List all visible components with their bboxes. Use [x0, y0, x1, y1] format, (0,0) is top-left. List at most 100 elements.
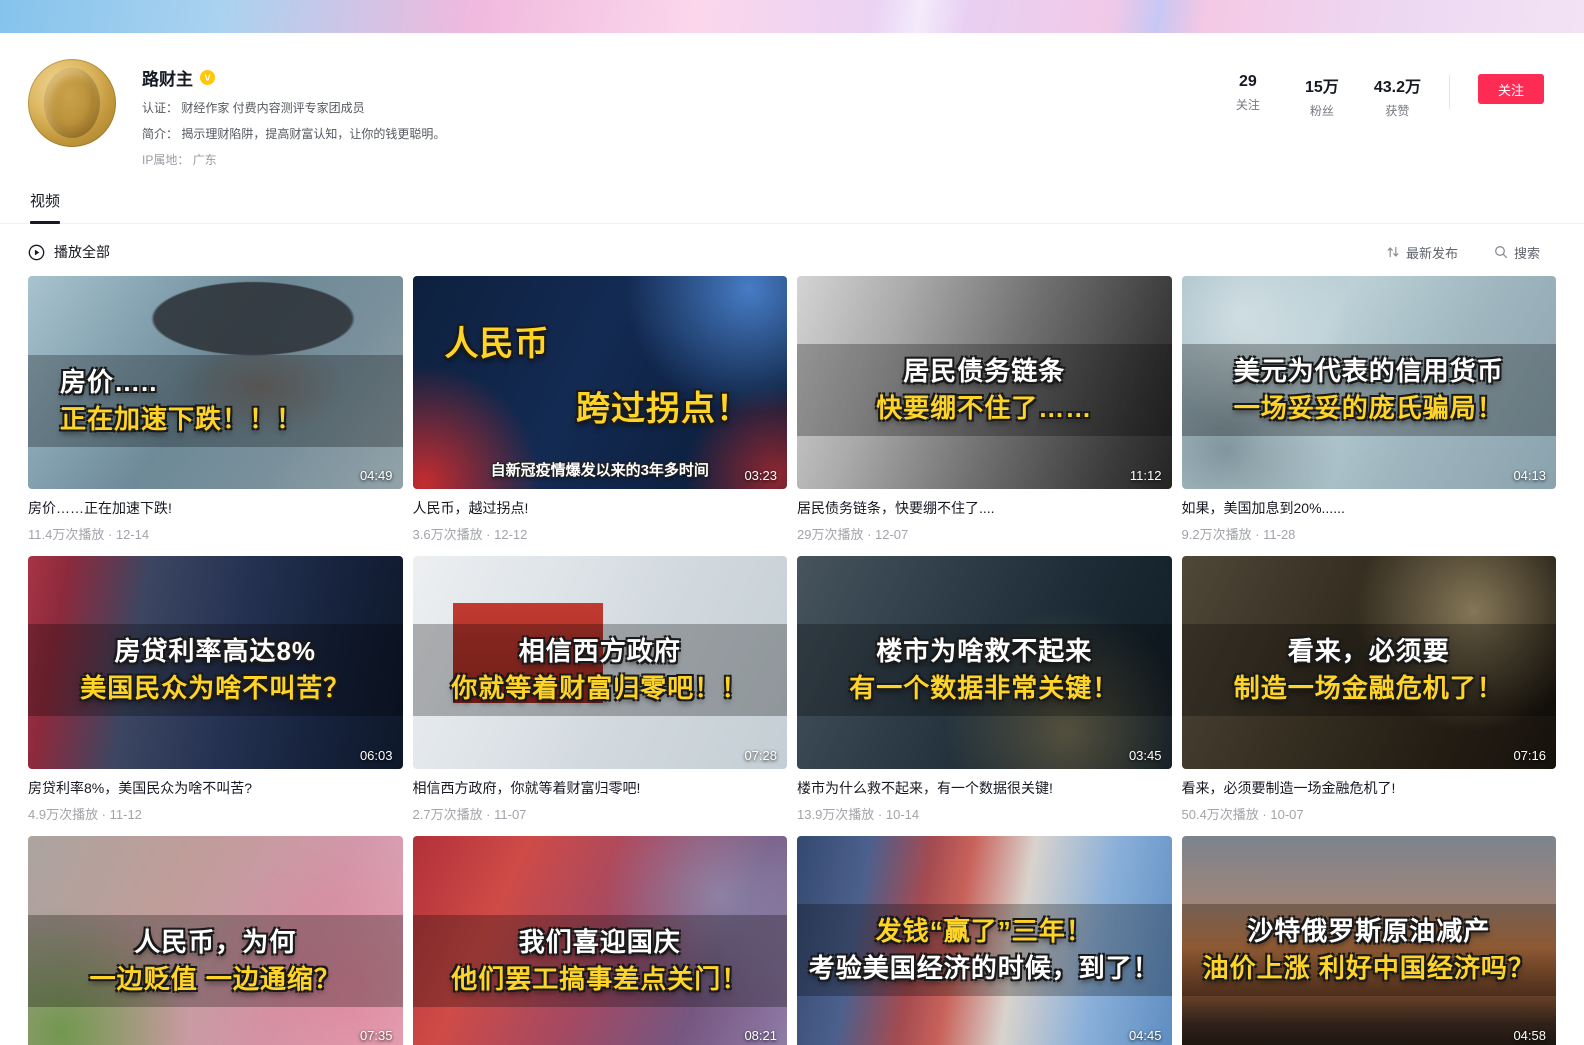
thumbnail-overlay-text: 沙特俄罗斯原油减产 油价上涨 利好中国经济吗？	[1182, 904, 1557, 996]
stat-followers-label: 粉丝	[1300, 102, 1344, 119]
profile-header: 路财主 V 认证： 财经作家 付费内容测评专家团成员 简介： 揭示理财陷阱，提高…	[0, 33, 1584, 168]
toolbar: 播放全部 最新发布 搜索	[0, 242, 1584, 262]
thumbnail-overlay-text: 房价….. 正在加速下跌！！！	[28, 355, 403, 447]
stat-followers[interactable]: 15万 粉丝	[1300, 73, 1344, 119]
verified-badge-icon: V	[200, 70, 215, 85]
video-duration: 03:45	[1129, 748, 1162, 763]
video-card[interactable]: 美元为代表的信用货币 一场妥妥的庞氏骗局！ 04:13 如果，美国加息到20%.…	[1182, 276, 1557, 543]
video-meta: 13.9万次播放 · 10-14	[797, 804, 1172, 823]
video-thumbnail[interactable]: 看来，必须要 制造一场金融危机了！ 07:16	[1182, 556, 1557, 769]
divider	[1449, 75, 1450, 109]
tab-bar: 视频	[0, 184, 1584, 224]
video-title[interactable]: 相信西方政府，你就等着财富归零吧!	[413, 779, 788, 798]
video-meta: 4.9万次播放 · 11-12	[28, 804, 403, 823]
video-card[interactable]: 人民币 跨过拐点！ 自新冠疫情爆发以来的3年多时间 03:23 人民币，越过拐点…	[413, 276, 788, 543]
stat-likes[interactable]: 43.2万 获赞	[1374, 73, 1421, 119]
video-thumbnail[interactable]: 发钱“赢了”三年！ 考验美国经济的时候，到了！ 04:45	[797, 836, 1172, 1045]
thumbnail-overlay-text: 人民币，为何 一边贬值 一边通缩？	[28, 915, 403, 1007]
video-duration: 11:12	[1130, 468, 1162, 483]
video-title[interactable]: 人民币，越过拐点!	[413, 499, 788, 518]
search-control[interactable]: 搜索	[1494, 243, 1540, 262]
play-all-button[interactable]: 播放全部	[28, 242, 110, 262]
stat-following[interactable]: 29 关注	[1226, 73, 1270, 119]
stat-likes-label: 获赞	[1374, 102, 1421, 119]
video-title[interactable]: 房价……正在加速下跌!	[28, 499, 403, 518]
thumbnail-overlay-text: 相信西方政府 你就等着财富归零吧！！	[413, 624, 788, 716]
sort-arrows-icon	[1386, 245, 1400, 259]
video-thumbnail[interactable]: 我们喜迎国庆 他们罢工搞事差点关门！ 08:21	[413, 836, 788, 1045]
video-duration: 07:28	[744, 748, 777, 763]
thumbnail-overlay-text: 发钱“赢了”三年！ 考验美国经济的时候，到了！	[797, 904, 1172, 996]
video-grid: 房价….. 正在加速下跌！！！ 04:49 房价……正在加速下跌! 11.4万次…	[0, 276, 1584, 1045]
play-circle-icon	[28, 244, 45, 261]
profile-stats: 29 关注 15万 粉丝 43.2万 获赞	[1226, 73, 1421, 119]
stat-likes-value: 43.2万	[1374, 73, 1421, 97]
video-card[interactable]: 沙特俄罗斯原油减产 油价上涨 利好中国经济吗？ 04:58 原油，又不安分了! …	[1182, 836, 1557, 1045]
thumbnail-overlay-text: 房贷利率高达8% 美国民众为啥不叫苦？	[28, 624, 403, 716]
video-meta: 11.4万次播放 · 12-14	[28, 524, 403, 543]
video-duration: 04:45	[1129, 1028, 1162, 1043]
video-card[interactable]: 我们喜迎国庆 他们罢工搞事差点关门！ 08:21 我们喜迎国庆，他们罢工搞事、政…	[413, 836, 788, 1045]
thumbnail-overlay-text: 我们喜迎国庆 他们罢工搞事差点关门！	[413, 915, 788, 1007]
avatar[interactable]	[28, 59, 116, 147]
video-card[interactable]: 看来，必须要 制造一场金融危机了！ 07:16 看来，必须要制造一场金融危机了!…	[1182, 556, 1557, 823]
video-thumbnail[interactable]: 楼市为啥救不起来 有一个数据非常关键！ 03:45	[797, 556, 1172, 769]
search-icon	[1494, 245, 1508, 259]
video-duration: 06:03	[360, 748, 393, 763]
video-card[interactable]: 发钱“赢了”三年！ 考验美国经济的时候，到了！ 04:45 考验美国经济的时候，…	[797, 836, 1172, 1045]
video-card[interactable]: 人民币，为何 一边贬值 一边通缩？ 07:35 人民币，为何一边贬值一边通缩? …	[28, 836, 403, 1045]
sort-latest-control[interactable]: 最新发布	[1386, 243, 1458, 262]
video-card[interactable]: 楼市为啥救不起来 有一个数据非常关键！ 03:45 楼市为什么救不起来，有一个数…	[797, 556, 1172, 823]
video-thumbnail[interactable]: 房价….. 正在加速下跌！！！ 04:49	[28, 276, 403, 489]
video-meta: 50.4万次播放 · 10-07	[1182, 804, 1557, 823]
video-card[interactable]: 房价….. 正在加速下跌！！！ 04:49 房价……正在加速下跌! 11.4万次…	[28, 276, 403, 543]
video-meta: 9.2万次播放 · 11-28	[1182, 524, 1557, 543]
video-thumbnail[interactable]: 美元为代表的信用货币 一场妥妥的庞氏骗局！ 04:13	[1182, 276, 1557, 489]
profile-ip-location: IP属地： 广东	[142, 151, 445, 168]
video-title[interactable]: 居民债务链条，快要绷不住了....	[797, 499, 1172, 518]
video-title[interactable]: 看来，必须要制造一场金融危机了!	[1182, 779, 1557, 798]
video-thumbnail[interactable]: 房贷利率高达8% 美国民众为啥不叫苦？ 06:03	[28, 556, 403, 769]
thumbnail-overlay-text: 人民币 跨过拐点！	[413, 308, 788, 445]
video-title[interactable]: 如果，美国加息到20%......	[1182, 499, 1557, 518]
profile-banner	[0, 0, 1584, 33]
video-card[interactable]: 相信西方政府 你就等着财富归零吧！！ 07:28 相信西方政府，你就等着财富归零…	[413, 556, 788, 823]
thumbnail-overlay-text: 看来，必须要 制造一场金融危机了！	[1182, 624, 1557, 716]
tab-videos[interactable]: 视频	[28, 184, 62, 223]
play-all-label: 播放全部	[54, 242, 110, 262]
thumbnail-overlay-text: 楼市为啥救不起来 有一个数据非常关键！	[797, 624, 1172, 716]
video-duration: 04:49	[360, 468, 393, 483]
video-duration: 04:58	[1513, 1028, 1546, 1043]
follow-button[interactable]: 关注	[1478, 74, 1544, 104]
video-card[interactable]: 居民债务链条 快要绷不住了…… 11:12 居民债务链条，快要绷不住了.... …	[797, 276, 1172, 543]
video-meta: 2.7万次播放 · 11-07	[413, 804, 788, 823]
profile-bio: 简介： 揭示理财陷阱，提高财富认知，让你的钱更聪明。	[142, 125, 445, 142]
profile-auth: 认证： 财经作家 付费内容测评专家团成员	[142, 99, 445, 116]
video-duration: 07:35	[360, 1028, 393, 1043]
video-thumbnail[interactable]: 居民债务链条 快要绷不住了…… 11:12	[797, 276, 1172, 489]
video-thumbnail[interactable]: 人民币 跨过拐点！ 自新冠疫情爆发以来的3年多时间 03:23	[413, 276, 788, 489]
profile-info: 路财主 V 认证： 财经作家 付费内容测评专家团成员 简介： 揭示理财陷阱，提高…	[142, 59, 445, 168]
video-thumbnail[interactable]: 沙特俄罗斯原油减产 油价上涨 利好中国经济吗？ 04:58	[1182, 836, 1557, 1045]
video-card[interactable]: 房贷利率高达8% 美国民众为啥不叫苦？ 06:03 房贷利率8%，美国民众为啥不…	[28, 556, 403, 823]
video-duration: 08:21	[744, 1028, 777, 1043]
video-meta: 29万次播放 · 12-07	[797, 524, 1172, 543]
sort-latest-label: 最新发布	[1406, 243, 1458, 262]
profile-name: 路财主	[142, 65, 193, 90]
medal-artwork	[44, 68, 100, 138]
video-duration: 04:13	[1513, 468, 1546, 483]
stat-following-value: 29	[1226, 73, 1270, 91]
video-thumbnail[interactable]: 相信西方政府 你就等着财富归零吧！！ 07:28	[413, 556, 788, 769]
stat-following-label: 关注	[1226, 96, 1270, 113]
thumbnail-caption: 自新冠疫情爆发以来的3年多时间	[413, 459, 788, 480]
video-duration: 07:16	[1513, 748, 1546, 763]
thumbnail-overlay-text: 居民债务链条 快要绷不住了……	[797, 344, 1172, 436]
video-meta: 3.6万次播放 · 12-12	[413, 524, 788, 543]
video-duration: 03:23	[744, 468, 777, 483]
thumbnail-overlay-text: 美元为代表的信用货币 一场妥妥的庞氏骗局！	[1182, 344, 1557, 436]
video-title[interactable]: 楼市为什么救不起来，有一个数据很关键!	[797, 779, 1172, 798]
stat-followers-value: 15万	[1300, 73, 1344, 97]
video-thumbnail[interactable]: 人民币，为何 一边贬值 一边通缩？ 07:35	[28, 836, 403, 1045]
video-title[interactable]: 房贷利率8%，美国民众为啥不叫苦?	[28, 779, 403, 798]
search-label: 搜索	[1514, 243, 1540, 262]
